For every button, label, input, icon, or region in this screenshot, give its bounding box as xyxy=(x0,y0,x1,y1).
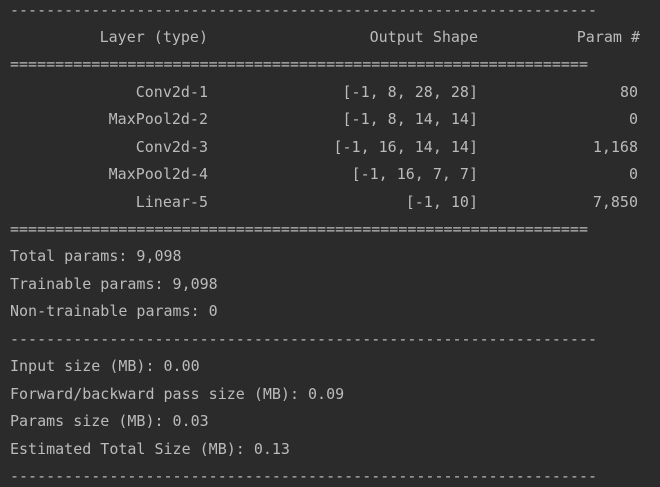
table-row: MaxPool2d-2 [-1, 8, 14, 14] 0 xyxy=(10,109,650,129)
table-header: Layer (type) Output Shape Param # xyxy=(10,27,650,47)
layer-name: Linear-5 xyxy=(135,193,208,211)
layer-name: MaxPool2d-2 xyxy=(108,110,208,128)
header-param-count: Param # xyxy=(576,28,640,46)
layer-name: Conv2d-1 xyxy=(135,83,208,101)
layer-param-count: 0 xyxy=(628,165,638,183)
table-row: Conv2d-3 [-1, 16, 14, 14] 1,168 xyxy=(10,137,650,157)
table-row: MaxPool2d-4 [-1, 16, 7, 7] 0 xyxy=(10,164,650,184)
trainable-params-line: Trainable params: 9,098 xyxy=(10,275,218,293)
layer-param-count: 7,850 xyxy=(592,193,638,211)
layer-output-shape: [-1, 16, 14, 14] xyxy=(333,138,479,156)
layer-param-count: 1,168 xyxy=(592,138,638,156)
separator-dashed-middle: ----------------------------------------… xyxy=(10,330,597,348)
table-row: Conv2d-1 [-1, 8, 28, 28] 80 xyxy=(10,82,650,102)
separator-dashed-bottom: ----------------------------------------… xyxy=(10,467,597,485)
layer-output-shape: [-1, 10] xyxy=(405,193,478,211)
layer-output-shape: [-1, 8, 14, 14] xyxy=(342,110,478,128)
total-params-line: Total params: 9,098 xyxy=(10,247,182,265)
layer-output-shape: [-1, 16, 7, 7] xyxy=(351,165,478,183)
header-output-shape: Output Shape xyxy=(369,28,478,46)
estimated-total-size-line: Estimated Total Size (MB): 0.13 xyxy=(10,440,290,458)
separator-dashed-top: ----------------------------------------… xyxy=(10,1,597,19)
header-layer-type: Layer (type) xyxy=(99,28,208,46)
forward-backward-size-line: Forward/backward pass size (MB): 0.09 xyxy=(10,385,345,403)
non-trainable-params-line: Non-trainable params: 0 xyxy=(10,302,218,320)
table-row: Linear-5 [-1, 10] 7,850 xyxy=(10,192,650,212)
layer-param-count: 0 xyxy=(628,110,638,128)
console-output: ----------------------------------------… xyxy=(0,0,660,487)
params-size-line: Params size (MB): 0.03 xyxy=(10,412,209,430)
input-size-line: Input size (MB): 0.00 xyxy=(10,357,200,375)
layer-name: Conv2d-3 xyxy=(135,138,208,156)
separator-double-header: ========================================… xyxy=(10,55,588,73)
separator-double-footer: ========================================… xyxy=(10,220,588,238)
layer-name: MaxPool2d-4 xyxy=(108,165,208,183)
layer-output-shape: [-1, 8, 28, 28] xyxy=(342,83,478,101)
layer-param-count: 80 xyxy=(619,83,638,101)
